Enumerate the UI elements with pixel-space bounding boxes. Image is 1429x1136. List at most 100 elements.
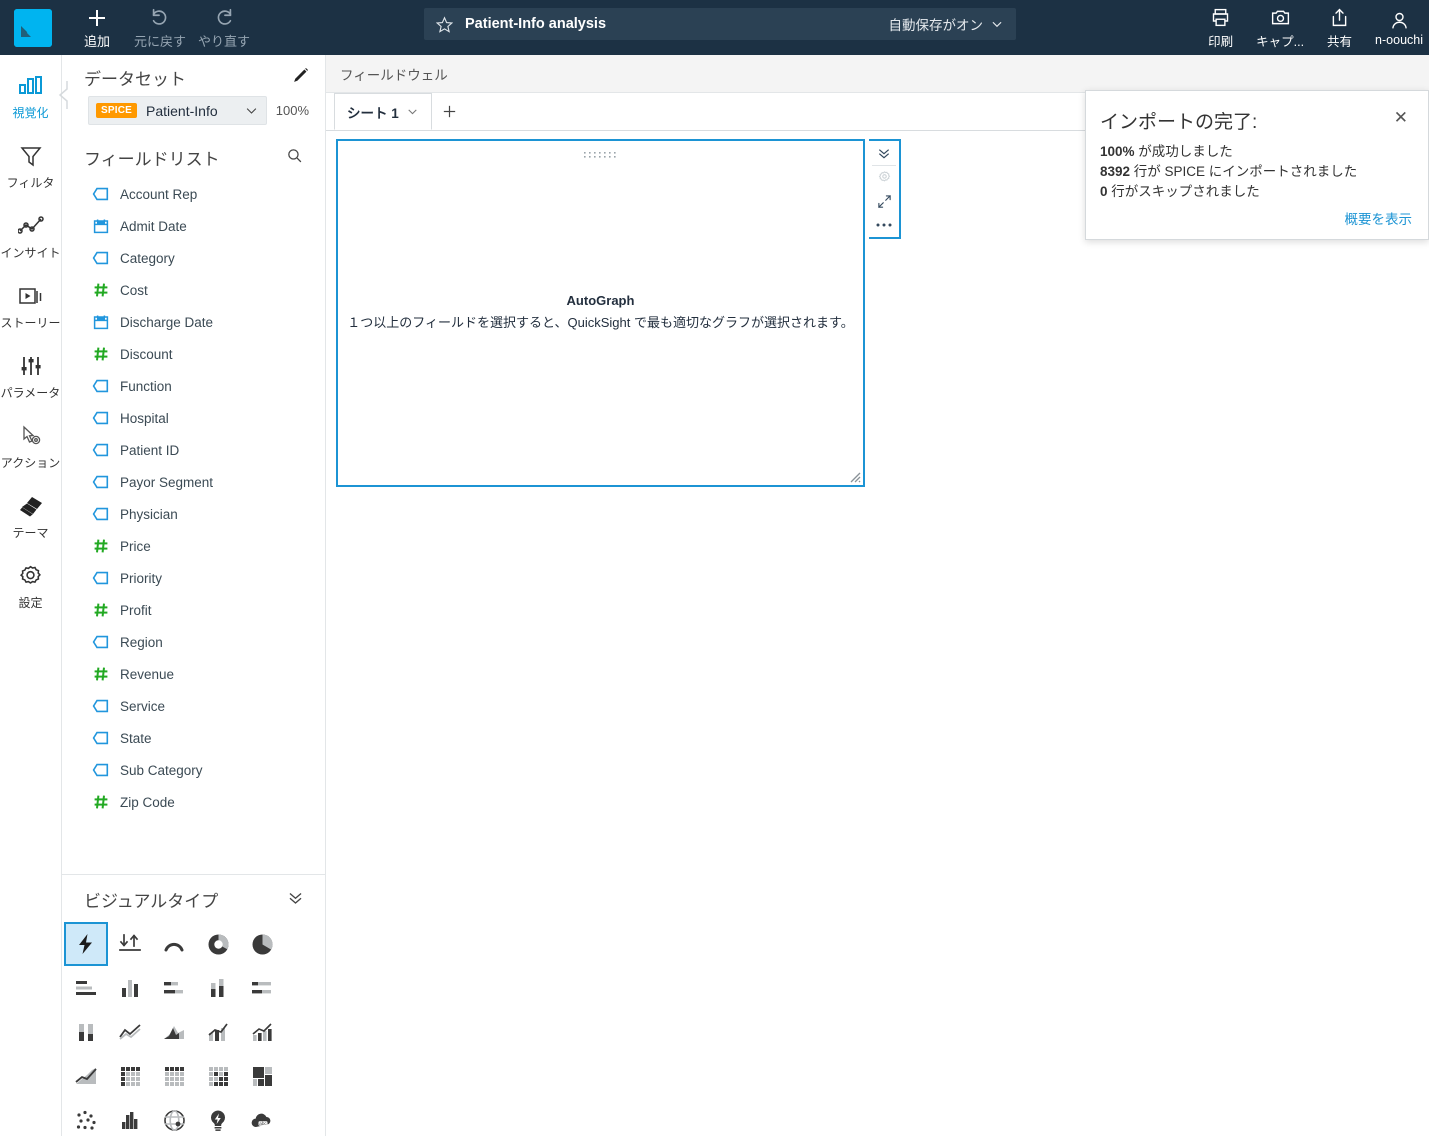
add-sheet-button[interactable] xyxy=(432,93,468,130)
visual-type-scatter-plot[interactable] xyxy=(64,1098,108,1136)
view-summary-link[interactable]: 概要を表示 xyxy=(1086,202,1428,228)
sidebar-item-visualize[interactable]: 視覚化 xyxy=(0,69,62,137)
autosave-dropdown[interactable]: 自動保存がオン xyxy=(889,14,1005,34)
visual-type-donut[interactable] xyxy=(196,922,240,966)
capture-button[interactable]: キャプ... xyxy=(1250,0,1310,55)
visual-type-table[interactable] xyxy=(152,1054,196,1098)
field-row[interactable]: Sub Category xyxy=(62,754,325,786)
field-row[interactable]: Priority xyxy=(62,562,325,594)
visual-toolbar xyxy=(869,139,901,239)
field-list[interactable]: Account Rep Admit Date Category Cost Dischar… xyxy=(62,176,325,836)
visual-type-gauge[interactable] xyxy=(152,922,196,966)
sidebar-item-theme[interactable]: テーマ xyxy=(0,489,62,557)
close-icon[interactable]: ✕ xyxy=(1390,107,1412,128)
sidebar-item-filter[interactable]: フィルタ xyxy=(0,139,62,207)
visual-type-grid[interactable]: abc xyxy=(0,918,325,1136)
visual-autograph[interactable]: AutoGraph １つ以上のフィールドを選択すると、QuickSight で最… xyxy=(336,139,901,487)
redo-button[interactable]: やり直す xyxy=(192,0,256,55)
visual-type-area-chart[interactable] xyxy=(152,1010,196,1054)
field-label: Zip Code xyxy=(120,794,175,810)
print-button[interactable]: 印刷 xyxy=(1191,0,1250,55)
visual-settings-button[interactable] xyxy=(869,166,899,190)
visual-type-horizontal-bar[interactable] xyxy=(64,966,108,1010)
sidebar-item-settings[interactable]: 設定 xyxy=(0,559,62,627)
visual-type-horizontal-stacked-bar[interactable] xyxy=(152,966,196,1010)
field-row[interactable]: Service xyxy=(62,690,325,722)
search-icon[interactable] xyxy=(286,147,303,169)
number-field-icon xyxy=(92,282,109,299)
sheet-tab[interactable]: シート 1 xyxy=(334,93,432,130)
field-row[interactable]: Price xyxy=(62,530,325,562)
favorite-star-icon[interactable] xyxy=(436,15,453,33)
field-row[interactable]: Hospital xyxy=(62,402,325,434)
bar-chart-icon xyxy=(18,69,44,103)
visual-resize-handle[interactable] xyxy=(847,469,861,483)
field-row[interactable]: Function xyxy=(62,370,325,402)
visual-type-geospatial-map[interactable] xyxy=(152,1098,196,1136)
field-row[interactable]: Account Rep xyxy=(62,178,325,210)
share-label: 共有 xyxy=(1327,34,1353,49)
visual-type-word-cloud[interactable]: abc xyxy=(240,1098,284,1136)
visual-type-pie[interactable] xyxy=(240,922,284,966)
sidebar-item-actions[interactable]: アクション xyxy=(0,419,62,487)
visual-expand-button[interactable] xyxy=(869,189,899,213)
dataset-select[interactable]: SPICE Patient-Info xyxy=(88,96,267,125)
undo-button[interactable]: 元に戻す xyxy=(128,0,192,55)
notification-header: インポートの完了: ✕ xyxy=(1086,91,1428,134)
field-label: Hospital xyxy=(120,410,169,426)
sidebar-item-insight[interactable]: インサイト xyxy=(0,209,62,277)
field-label: Payor Segment xyxy=(120,474,214,490)
field-row[interactable]: Physician xyxy=(62,498,325,530)
treemap-icon xyxy=(251,1065,274,1088)
visual-type-insight-bulb[interactable] xyxy=(196,1098,240,1136)
visual-type-treemap[interactable] xyxy=(240,1054,284,1098)
quicksight-logo[interactable] xyxy=(0,0,66,55)
visual-type-combo-stacked-chart[interactable] xyxy=(240,1010,284,1054)
field-row[interactable]: Region xyxy=(62,626,325,658)
field-row[interactable]: Patient ID xyxy=(62,434,325,466)
field-row[interactable]: Zip Code xyxy=(62,786,325,818)
field-row[interactable]: Discount xyxy=(62,338,325,370)
quicksight-logo-icon xyxy=(14,8,52,47)
pencil-icon[interactable] xyxy=(292,67,309,89)
chevron-double-down-icon[interactable] xyxy=(286,888,305,912)
sidebar-item-parameters[interactable]: パラメータ xyxy=(0,349,62,417)
field-well-bar[interactable]: フィールドウェル xyxy=(326,55,1429,93)
rail-collapse-handle[interactable] xyxy=(57,78,69,112)
field-row[interactable]: Payor Segment xyxy=(62,466,325,498)
string-field-icon xyxy=(92,730,109,747)
field-row[interactable]: Revenue xyxy=(62,658,325,690)
field-row[interactable]: Cost xyxy=(62,274,325,306)
visual-type-pivot-table[interactable] xyxy=(108,1054,152,1098)
insight-line-icon xyxy=(17,209,44,243)
visual-drag-handle[interactable] xyxy=(582,146,620,158)
visual-more-button[interactable] xyxy=(869,213,899,237)
share-button[interactable]: 共有 xyxy=(1310,0,1369,55)
add-button[interactable]: 追加 xyxy=(66,0,128,55)
field-row[interactable]: Admit Date xyxy=(62,210,325,242)
visual-type-vertical-100-bar[interactable] xyxy=(64,1010,108,1054)
visual-type-horizontal-100-bar[interactable] xyxy=(240,966,284,1010)
field-row[interactable]: Category xyxy=(62,242,325,274)
string-field-icon xyxy=(92,634,109,651)
visual-type-autograph[interactable] xyxy=(64,922,108,966)
field-row[interactable]: Discharge Date xyxy=(62,306,325,338)
spice-badge: SPICE xyxy=(96,103,138,118)
visual-type-kpi[interactable] xyxy=(108,922,152,966)
visual-type-vertical-stacked-bar[interactable] xyxy=(196,966,240,1010)
visual-type-stacked-area[interactable] xyxy=(64,1054,108,1098)
visual-type-vertical-bar[interactable] xyxy=(108,966,152,1010)
analysis-title-bar[interactable]: Patient-Info analysis 自動保存がオン xyxy=(424,8,1016,40)
visual-type-histogram[interactable] xyxy=(108,1098,152,1136)
visual-type-combo-chart[interactable] xyxy=(196,1010,240,1054)
field-row[interactable]: Profit xyxy=(62,594,325,626)
visual-type-line-chart[interactable] xyxy=(108,1010,152,1054)
date-field-icon xyxy=(92,314,109,331)
user-menu-button[interactable]: n-oouchi xyxy=(1369,0,1429,55)
chevron-down-icon xyxy=(246,108,257,114)
visual-collapse-button[interactable] xyxy=(869,141,899,165)
visual-type-heatmap[interactable] xyxy=(196,1054,240,1098)
sidebar-item-story[interactable]: ストーリー xyxy=(0,279,62,347)
geospatial-map-icon xyxy=(163,1109,186,1132)
field-row[interactable]: State xyxy=(62,722,325,754)
